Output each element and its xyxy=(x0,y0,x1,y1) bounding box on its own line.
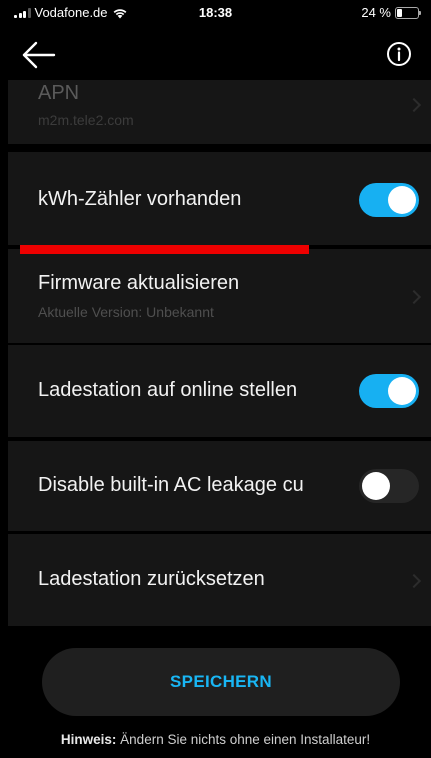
apn-row[interactable]: APN m2m.tele2.com xyxy=(8,80,431,144)
apn-value: m2m.tele2.com xyxy=(38,112,134,128)
online-label: Ladestation auf online stellen xyxy=(38,379,298,401)
hint-text: Hinweis: Ändern Sie nichts ohne einen In… xyxy=(0,732,431,747)
toggle-knob xyxy=(388,186,416,214)
nav-bar xyxy=(0,30,431,80)
red-annotation-line xyxy=(20,245,309,254)
kwh-meter-label: kWh-Zähler vorhanden xyxy=(38,188,242,210)
toggle-knob xyxy=(362,472,390,500)
arrow-left-icon xyxy=(22,41,56,69)
ac-leakage-label: Disable built-in AC leakage cu xyxy=(38,474,304,496)
back-button[interactable] xyxy=(20,38,60,72)
settings-list[interactable]: APN m2m.tele2.com kWh-Zähler vorhanden F… xyxy=(8,80,431,626)
hint-message: Ändern Sie nichts ohne einen Installateu… xyxy=(116,732,371,747)
firmware-version: Aktuelle Version: Unbekannt xyxy=(38,304,214,320)
reset-label: Ladestation zurücksetzen xyxy=(38,568,265,590)
kwh-meter-toggle[interactable] xyxy=(359,183,419,217)
ac-leakage-toggle[interactable] xyxy=(359,469,419,503)
save-button[interactable]: SPEICHERN xyxy=(42,648,400,716)
firmware-row[interactable]: Firmware aktualisieren Aktuelle Version:… xyxy=(8,249,431,343)
chevron-right-icon xyxy=(406,573,422,589)
status-bar: Vodafone.de 18:38 24 % xyxy=(0,0,431,26)
online-row: Ladestation auf online stellen xyxy=(8,345,431,437)
battery-icon xyxy=(395,6,421,19)
online-toggle[interactable] xyxy=(359,374,419,408)
toggle-knob xyxy=(388,377,416,405)
kwh-meter-row: kWh-Zähler vorhanden xyxy=(8,152,431,245)
status-right: 24 % xyxy=(361,5,421,20)
info-icon xyxy=(387,42,411,66)
apn-label: APN xyxy=(38,82,80,104)
info-button[interactable] xyxy=(385,40,413,68)
firmware-label: Firmware aktualisieren xyxy=(38,272,240,294)
reset-row[interactable]: Ladestation zurücksetzen xyxy=(8,534,431,626)
chevron-right-icon xyxy=(406,97,422,113)
hint-prefix: Hinweis: xyxy=(60,732,117,747)
ac-leakage-row: Disable built-in AC leakage cu xyxy=(8,441,431,531)
save-button-label: SPEICHERN xyxy=(170,672,272,691)
battery-percent: 24 % xyxy=(361,5,391,20)
chevron-right-icon xyxy=(406,289,422,305)
